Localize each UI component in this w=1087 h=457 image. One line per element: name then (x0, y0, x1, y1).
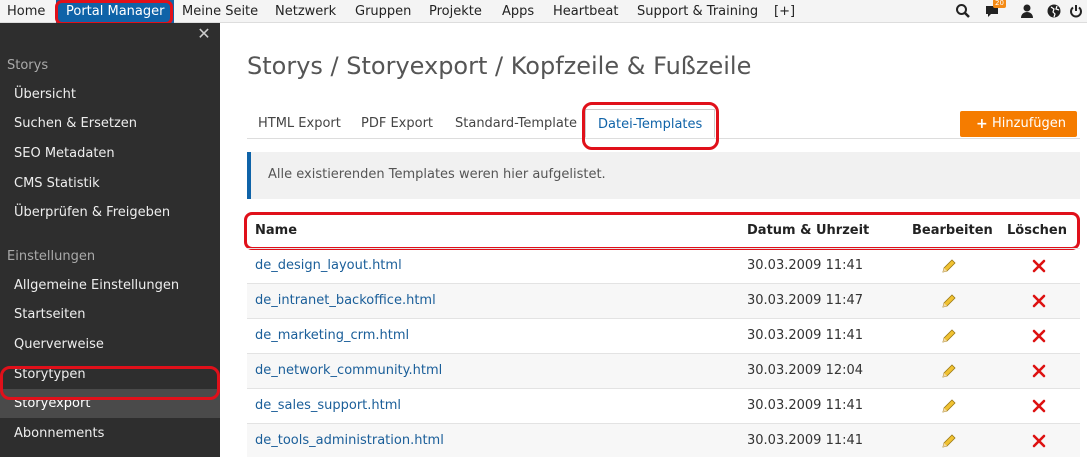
delete-icon[interactable] (1031, 258, 1047, 274)
nav-projekte[interactable]: Projekte (429, 0, 482, 23)
table-row: de_intranet_backoffice.html 30.03.2009 1… (247, 283, 1080, 318)
nav-netzwerk[interactable]: Netzwerk (275, 0, 336, 23)
delete-icon[interactable] (1031, 433, 1047, 449)
nav-meine-seite[interactable]: Meine Seite (182, 0, 258, 23)
template-date: 30.03.2009 11:41 (747, 328, 864, 343)
tab-html-export[interactable]: HTML Export (258, 109, 341, 138)
sidebar-item-cms-statistik[interactable]: CMS Statistik (0, 169, 220, 198)
delete-icon[interactable] (1031, 293, 1047, 309)
nav-support-training[interactable]: Support & Training (637, 0, 758, 23)
sidebar-item-suchen-ersetzen[interactable]: Suchen & Ersetzen (0, 109, 220, 138)
plus-icon: + (976, 116, 988, 132)
template-link[interactable]: de_marketing_crm.html (255, 328, 409, 343)
table-row: de_tools_administration.html 30.03.2009 … (247, 423, 1080, 457)
sidebar-item-abonnements[interactable]: Abonnements (0, 419, 220, 448)
nav-heartbeat[interactable]: Heartbeat (553, 0, 619, 23)
search-icon[interactable] (955, 3, 971, 19)
page-title: Storys / Storyexport / Kopfzeile & Fußze… (247, 52, 752, 80)
template-date: 30.03.2009 12:04 (747, 363, 864, 378)
message-count-badge: 20 (993, 0, 1006, 8)
pencil-icon[interactable] (940, 432, 958, 450)
sidebar-item-startseiten[interactable]: Startseiten (0, 300, 220, 329)
table-row: de_marketing_crm.html 30.03.2009 11:41 (247, 318, 1080, 353)
template-date: 30.03.2009 11:41 (747, 258, 864, 273)
pencil-icon[interactable] (940, 292, 958, 310)
add-button[interactable]: + Hinzufügen (960, 111, 1077, 137)
nav-gruppen[interactable]: Gruppen (355, 0, 411, 23)
nav-apps[interactable]: Apps (502, 0, 534, 23)
pencil-icon[interactable] (940, 327, 958, 345)
portal-manager-highlight (55, 0, 173, 25)
sidebar-section-einstellungen: Einstellungen (7, 249, 96, 264)
table-row: de_sales_support.html 30.03.2009 11:41 (247, 388, 1080, 423)
sidebar-item-ueberpruefen-freigeben[interactable]: Überprüfen & Freigeben (0, 198, 220, 227)
globe-icon[interactable] (1046, 3, 1062, 19)
sidebar-item-uebersicht[interactable]: Übersicht (0, 80, 220, 109)
delete-icon[interactable] (1031, 328, 1047, 344)
power-icon[interactable] (1068, 3, 1084, 19)
delete-icon[interactable] (1031, 398, 1047, 414)
storyexport-highlight (0, 366, 220, 400)
pencil-icon[interactable] (940, 257, 958, 275)
template-link[interactable]: de_network_community.html (255, 363, 442, 378)
datei-templates-highlight (582, 102, 719, 150)
info-box: Alle existierenden Templates weren hier … (247, 152, 1080, 199)
template-date: 30.03.2009 11:47 (747, 293, 864, 308)
template-link[interactable]: de_intranet_backoffice.html (255, 293, 436, 308)
nav-home[interactable]: Home (7, 0, 45, 23)
table-row: de_network_community.html 30.03.2009 12:… (247, 353, 1080, 388)
sidebar-item-seo-metadaten[interactable]: SEO Metadaten (0, 139, 220, 168)
nav-more[interactable]: [+] (774, 0, 795, 23)
sidebar-item-querverweise[interactable]: Querverweise (0, 330, 220, 359)
user-icon[interactable] (1019, 3, 1035, 19)
close-icon[interactable]: ✕ (197, 26, 211, 42)
template-date: 30.03.2009 11:41 (747, 433, 864, 448)
template-link[interactable]: de_design_layout.html (255, 258, 402, 273)
template-link[interactable]: de_tools_administration.html (255, 433, 444, 448)
pencil-icon[interactable] (940, 362, 958, 380)
tab-pdf-export[interactable]: PDF Export (361, 109, 433, 138)
info-text: Alle existierenden Templates weren hier … (268, 167, 606, 182)
template-link[interactable]: de_sales_support.html (255, 398, 401, 413)
messages-icon[interactable]: 20 (984, 0, 1006, 19)
table-header-highlight (244, 212, 1080, 250)
tab-standard-template[interactable]: Standard-Template (455, 109, 577, 138)
template-date: 30.03.2009 11:41 (747, 398, 864, 413)
sidebar-section-storys: Storys (7, 58, 49, 73)
sidebar-item-allgemeine-einstellungen[interactable]: Allgemeine Einstellungen (0, 271, 220, 300)
pencil-icon[interactable] (940, 397, 958, 415)
table-row: de_design_layout.html 30.03.2009 11:41 (247, 248, 1080, 283)
delete-icon[interactable] (1031, 363, 1047, 379)
